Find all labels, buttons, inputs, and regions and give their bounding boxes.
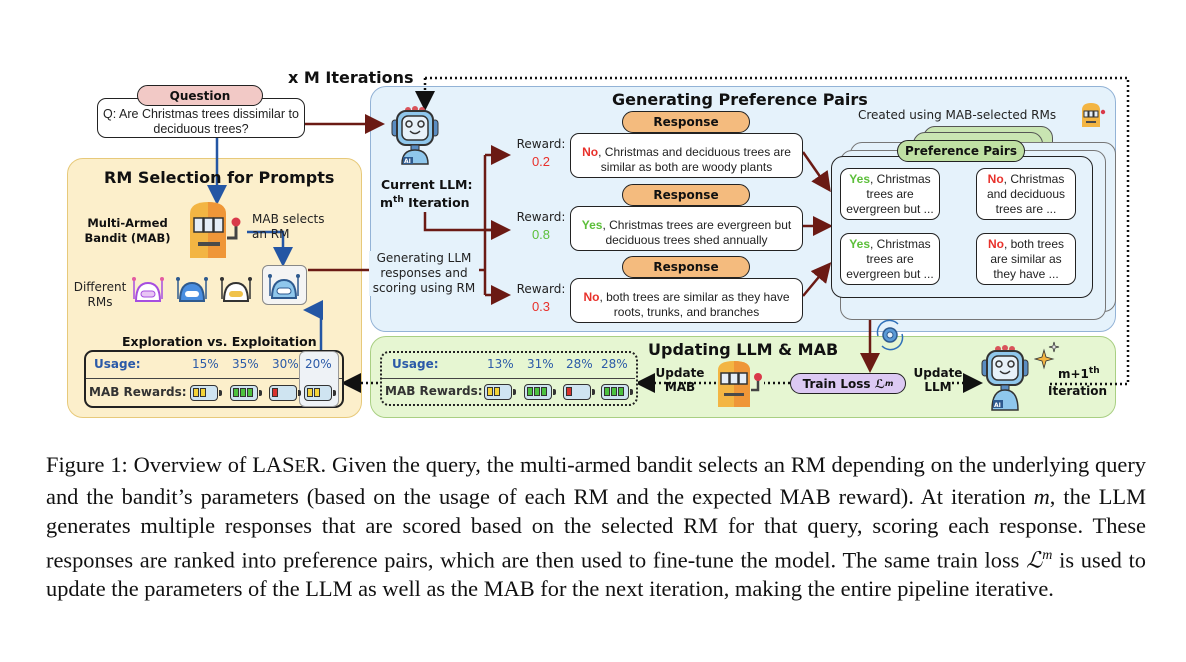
battery-cell: [233, 388, 239, 397]
generating-label: Generating LLM responses and scoring usi…: [369, 251, 479, 296]
response-header: Response: [622, 256, 750, 278]
response-header: Response: [622, 111, 750, 133]
battery-icon: [304, 385, 336, 401]
rm-robot-yellow-icon: [220, 277, 252, 302]
preference-pair-item: No, Christmas and deciduous trees are ..…: [976, 168, 1076, 220]
current-llm-label: Current LLM:: [381, 177, 473, 192]
response-text: , Christmas and deciduous trees are simi…: [598, 144, 791, 174]
battery-cell: [527, 387, 533, 396]
current-llm-robot-icon: AI: [391, 106, 439, 165]
preference-pair-item: No, both trees are similar as they have …: [976, 233, 1076, 285]
rm-robot-purple-icon: [132, 277, 164, 302]
svg-text:AI: AI: [404, 158, 411, 165]
exploration-title: Exploration vs. Exploitation: [122, 334, 317, 349]
battery-cell: [193, 388, 199, 397]
rewards-label: MAB Rewards:: [385, 384, 483, 398]
slot-machine-icon: [190, 202, 241, 258]
usage-value: 31%: [527, 357, 554, 371]
battery-cell: [534, 387, 540, 396]
train-loss-pill: Train Loss ℒm: [790, 373, 906, 394]
mab-label: Multi-Armed Bandit (MAB): [84, 216, 171, 245]
usage-value: 28%: [566, 357, 593, 371]
usage-label: Usage:: [392, 357, 439, 371]
battery-cell: [314, 388, 320, 397]
updated-usage-table: Usage: 13% 31% 28% 28% MAB Rewards:: [380, 351, 638, 406]
battery-icon: [190, 385, 222, 401]
battery-icon: [269, 385, 301, 401]
battery-cell: [247, 388, 253, 397]
battery-cell: [566, 387, 572, 396]
response-text: , Christmas trees are evergreen but deci…: [602, 217, 792, 247]
method-name: LAS: [252, 452, 295, 477]
battery-icon: [601, 384, 633, 400]
verdict: Yes: [581, 217, 603, 232]
rm-robot-selected-icon: [268, 274, 300, 299]
response-text: , both trees are similar as they have ro…: [599, 289, 790, 319]
battery-cell: [200, 388, 206, 397]
reward-value: 0.8: [531, 227, 551, 242]
reward-label: Reward:: [516, 282, 566, 296]
gear-refresh-icon: [876, 319, 904, 351]
battery-icon: [524, 384, 556, 400]
battery-cell: [541, 387, 547, 396]
loop-label: x M Iterations: [288, 68, 414, 87]
rewards-label: MAB Rewards:: [89, 385, 187, 399]
question-text: Q: Are Christmas trees dissimilar to dec…: [103, 107, 299, 136]
verdict: No: [582, 144, 599, 159]
battery-cell: [618, 387, 624, 396]
rm-robot-blue-icon: [176, 277, 208, 302]
reward-label: Reward:: [516, 137, 566, 151]
battery-cell: [307, 388, 313, 397]
battery-cell: [272, 388, 278, 397]
usage-value: 13%: [487, 357, 514, 371]
battery-cell: [604, 387, 610, 396]
figure-1: x M Iterations Q: Are Christmas trees di…: [0, 0, 1186, 430]
next-iteration-label: m+1th: [1058, 366, 1100, 381]
question-header: Question: [137, 85, 263, 106]
small-slot-machine-icon: [1082, 103, 1106, 127]
response-card: No, Christmas and deciduous trees are si…: [570, 133, 803, 178]
update-mab-label: Update MAB: [655, 366, 705, 394]
preference-pairs-header: Preference Pairs: [897, 140, 1025, 162]
response-card: Yes, Christmas trees are evergreen but d…: [570, 206, 803, 251]
usage-value: 15%: [192, 357, 219, 371]
battery-icon: [484, 384, 516, 400]
reward-value: 0.3: [531, 299, 551, 314]
rm-selection-title: RM Selection for Prompts: [104, 168, 335, 187]
battery-icon: [230, 385, 262, 401]
response-header: Response: [622, 184, 750, 206]
update-llm-label: Update LLM: [913, 366, 963, 394]
updating-title: Updating LLM & MAB: [648, 340, 839, 359]
next-llm-robot-icon: AI: [981, 345, 1029, 411]
next-iteration-sublabel: Iteration: [1048, 384, 1107, 398]
battery-icon: [563, 384, 595, 400]
rm-usage-table: Usage: 15% 35% 30% 20% MAB Rewards:: [84, 350, 344, 408]
usage-value: 20%: [305, 357, 332, 371]
mab-slot-machine-icon: [718, 361, 762, 407]
figure-caption: Figure 1: Overview of LASER. Given the q…: [46, 452, 1146, 602]
llm-to-generation-line: [423, 212, 500, 232]
reward-label: Reward:: [516, 210, 566, 224]
mab-selects-label: MAB selects an RM: [252, 212, 325, 241]
battery-cell: [240, 388, 246, 397]
battery-cell: [611, 387, 617, 396]
usage-value: 30%: [272, 357, 299, 371]
battery-cell: [494, 387, 500, 396]
svg-text:AI: AI: [994, 402, 1001, 409]
preference-pair-item: Yes, Christmas trees are evergreen but .…: [840, 168, 940, 220]
battery-cell: [487, 387, 493, 396]
different-rms-label: Different RMs: [73, 280, 127, 309]
preference-pair-item: Yes, Christmas trees are evergreen but .…: [840, 233, 940, 285]
usage-value: 35%: [232, 357, 259, 371]
usage-value: 28%: [601, 357, 628, 371]
generating-title: Generating Preference Pairs: [612, 90, 868, 109]
created-note: Created using MAB-selected RMs: [858, 108, 1057, 122]
current-llm-iteration: mth Iteration: [380, 195, 470, 211]
response-card: No, both trees are similar as they have …: [570, 278, 803, 323]
verdict: No: [583, 289, 600, 304]
usage-label: Usage:: [94, 357, 141, 371]
reward-value: 0.2: [531, 154, 551, 169]
